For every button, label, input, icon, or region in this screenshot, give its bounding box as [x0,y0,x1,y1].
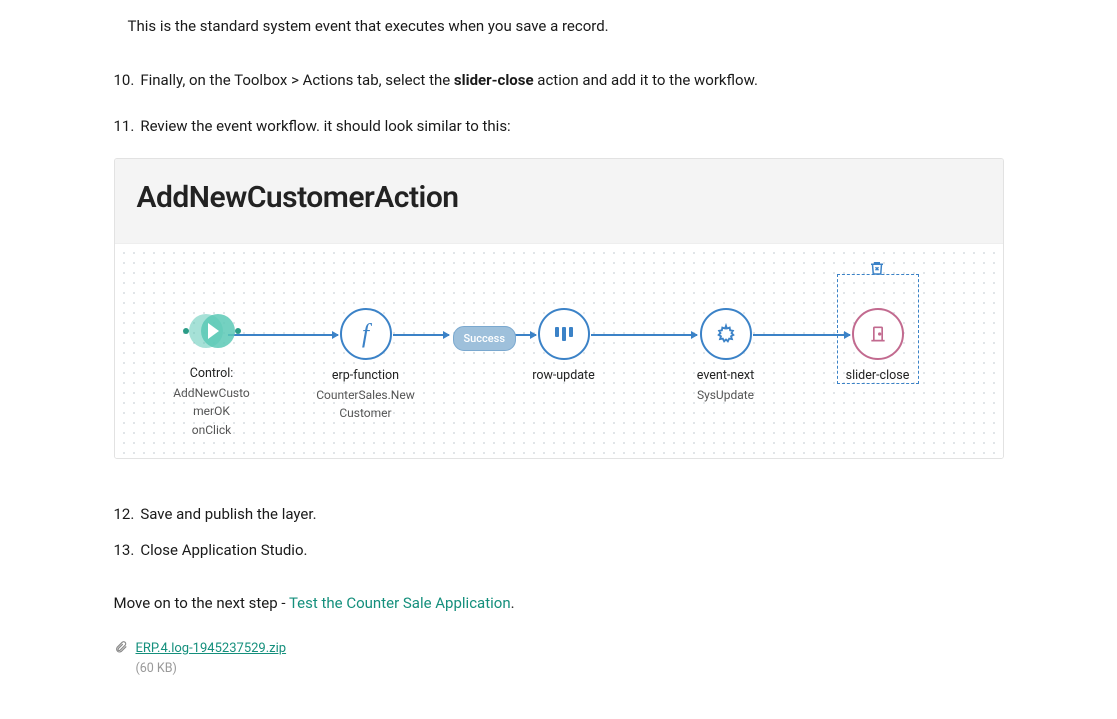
step-text: Finally, on the Toolbox > Actions tab, s… [140,69,1003,92]
slider-close-icon [852,308,904,360]
attachment-icon [114,640,128,662]
workflow-figure: AddNewCustomerAction Success Control: Ad… [114,158,1004,460]
node-erp-function: f erp-function CounterSales.New Customer [301,308,431,423]
step-number: 10. [114,69,141,92]
row-update-icon [538,308,590,360]
next-step-link[interactable]: Test the Counter Sale Application [289,594,511,612]
step-12: 12. Save and publish the layer. [114,487,1004,526]
node-slider-close: slider-close [813,308,943,385]
step-number: 11. [114,115,141,138]
start-icon [185,304,239,358]
delete-icon[interactable] [867,258,887,278]
step-text: Review the event workflow. it should loo… [140,115,1003,138]
attachment-link[interactable]: ERP.4.log-1945237529.zip [136,641,287,656]
step-10: 10. Finally, on the Toolbox > Actions ta… [114,53,1004,92]
step-number: 13. [114,539,141,562]
step-13: 13. Close Application Studio. [114,533,1004,562]
workflow-title: AddNewCustomerAction [115,159,1003,245]
node-start: Control: AddNewCusto merOK onClick [147,304,277,439]
event-next-icon [700,308,752,360]
next-step-line: Move on to the next step - Test the Coun… [114,592,1004,615]
node-row-update: row-update [499,308,629,385]
intro-note: This is the standard system event that e… [128,15,1004,38]
attachment-size: (60 KB) [136,661,177,676]
node-event-next: event-next SysUpdate [661,308,791,404]
step-number: 12. [114,503,141,526]
step-11: 11. Review the event workflow. it should… [114,99,1004,138]
workflow-canvas: Success Control: AddNewCusto merOK onCli… [115,244,1003,458]
step-text: Save and publish the layer. [140,503,1003,526]
function-icon: f [340,308,392,360]
step-text: Close Application Studio. [140,539,1003,562]
attachment: ERP.4.log-1945237529.zip (60 KB) [114,639,1004,679]
bold-action-name: slider-close [454,71,534,89]
